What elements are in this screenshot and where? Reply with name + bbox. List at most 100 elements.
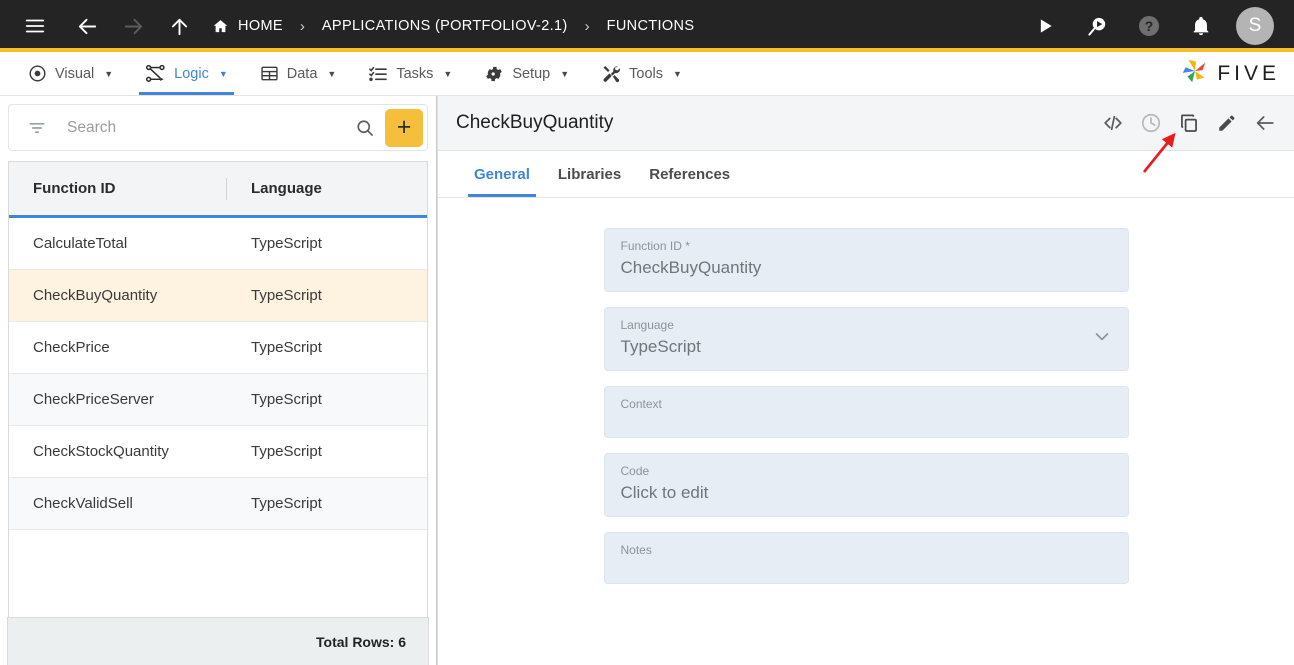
bell-icon[interactable] [1184, 9, 1218, 43]
play-icon[interactable] [1028, 9, 1062, 43]
detail-actions [1102, 112, 1276, 134]
table-row[interactable]: CheckPrice TypeScript [9, 322, 427, 374]
menu-label-logic: Logic [174, 65, 209, 82]
grid-body: CalculateTotal TypeScript CheckBuyQuanti… [9, 218, 427, 617]
chevron-down-icon: ▼ [218, 68, 228, 79]
menu-label-data: Data [286, 65, 318, 82]
language-select[interactable]: Language TypeScript [603, 307, 1129, 371]
workspace: + Function ID Language CalculateTotal Ty… [0, 96, 1294, 665]
top-navigation-bar: HOME › APPLICATIONS (PORTFOLIOV-2.1) › F… [0, 0, 1294, 52]
cell-function-id: CheckPrice [33, 339, 110, 356]
cell-language: TypeScript [251, 495, 322, 512]
search-input[interactable] [53, 118, 345, 137]
code-label: Code [620, 464, 650, 478]
help-circle-icon[interactable]: ? [1132, 9, 1166, 43]
filter-icon[interactable] [21, 118, 53, 138]
eye-icon [28, 64, 47, 83]
menu-label-visual: Visual [55, 65, 95, 82]
menu-item-tools[interactable]: Tools ▼ [585, 52, 698, 95]
chevron-down-icon: ▼ [673, 68, 682, 79]
code-value: Click to edit [620, 483, 709, 502]
tools-icon [601, 64, 621, 84]
hamburger-icon[interactable] [18, 9, 52, 43]
cell-function-id: CheckBuyQuantity [33, 287, 158, 304]
language-label: Language [620, 318, 674, 332]
arrow-forward-icon[interactable] [116, 9, 150, 43]
edit-icon[interactable] [1216, 112, 1238, 134]
grid-footer: Total Rows: 6 [7, 617, 429, 665]
table-row[interactable]: CheckPriceServer TypeScript [9, 374, 427, 426]
detail-header: CheckBuyQuantity [438, 96, 1294, 151]
history-icon[interactable] [1140, 112, 1162, 134]
breadcrumb-label-functions: FUNCTIONS [606, 18, 695, 34]
menu-item-tasks[interactable]: Tasks ▼ [352, 52, 468, 95]
code-field[interactable]: Code Click to edit [603, 453, 1129, 517]
column-header-function-id[interactable]: Function ID [9, 180, 227, 197]
function-id-value: CheckBuyQuantity [620, 258, 762, 277]
arrow-back-icon[interactable] [70, 9, 104, 43]
table-row[interactable]: CheckBuyQuantity TypeScript [9, 270, 427, 322]
arrow-up-icon[interactable] [162, 9, 196, 43]
cell-language: TypeScript [251, 235, 322, 252]
checklist-icon [368, 64, 388, 84]
avatar[interactable]: S [1236, 7, 1274, 45]
menu-label-setup: Setup [512, 65, 551, 82]
menu-item-data[interactable]: Data ▼ [244, 52, 353, 95]
cell-language: TypeScript [251, 287, 322, 304]
chevron-down-icon[interactable] [1092, 327, 1112, 352]
five-brand-logo: FIVE [1180, 52, 1294, 95]
general-form: Function ID * CheckBuyQuantity Language … [438, 198, 1294, 665]
context-field[interactable]: Context [603, 386, 1129, 438]
menu-item-setup[interactable]: Setup ▼ [468, 52, 585, 95]
breadcrumb-item-functions[interactable]: FUNCTIONS [607, 18, 695, 34]
code-icon[interactable] [1102, 112, 1124, 134]
function-id-label: Function ID * [620, 239, 690, 253]
function-id-field[interactable]: Function ID * CheckBuyQuantity [603, 228, 1129, 292]
breadcrumb-item-applications[interactable]: APPLICATIONS (PORTFOLIOV-2.1) [322, 18, 568, 34]
functions-grid: Function ID Language CalculateTotal Type… [8, 161, 428, 617]
table-row[interactable]: CheckValidSell TypeScript [9, 478, 427, 530]
chevron-down-icon: ▼ [443, 68, 453, 79]
total-rows-label: Total Rows: 6 [316, 633, 406, 650]
cell-function-id: CheckPriceServer [33, 391, 154, 408]
home-icon [212, 18, 229, 35]
search-play-icon[interactable] [1080, 9, 1114, 43]
five-pinwheel-logo-icon [1180, 56, 1210, 91]
back-icon[interactable] [1254, 112, 1276, 134]
context-label: Context [620, 397, 662, 411]
search-icon[interactable] [345, 118, 385, 138]
add-function-button[interactable]: + [385, 108, 423, 147]
tab-libraries[interactable]: Libraries [544, 151, 635, 197]
cell-function-id: CheckStockQuantity [33, 443, 169, 460]
functions-list-panel: + Function ID Language CalculateTotal Ty… [0, 96, 437, 665]
table-row[interactable]: CalculateTotal TypeScript [9, 218, 427, 270]
notes-field[interactable]: Notes [603, 532, 1129, 584]
tab-general[interactable]: General [460, 151, 544, 197]
copy-icon[interactable] [1178, 112, 1200, 134]
breadcrumb: HOME › APPLICATIONS (PORTFOLIOV-2.1) › F… [212, 18, 694, 35]
table-icon [260, 64, 279, 83]
tab-references[interactable]: References [635, 151, 744, 197]
brand-name: FIVE [1217, 61, 1280, 85]
menu-label-tools: Tools [629, 65, 663, 82]
chevron-down-icon: ▼ [560, 68, 570, 79]
cell-language: TypeScript [251, 443, 322, 460]
chevron-down-icon: ▼ [104, 68, 114, 79]
breadcrumb-label-applications: APPLICATIONS (PORTFOLIOV-2.1) [321, 18, 568, 34]
notes-value [621, 558, 1112, 576]
cell-function-id: CalculateTotal [33, 235, 128, 252]
cell-function-id: CheckValidSell [33, 495, 133, 512]
context-value [621, 412, 1112, 430]
breadcrumb-label-home: HOME [238, 18, 283, 34]
breadcrumb-separator: › [299, 17, 305, 35]
breadcrumb-item-home[interactable]: HOME [212, 18, 283, 35]
plus-icon: + [396, 113, 412, 141]
menu-item-logic[interactable]: Logic ▼ [129, 52, 244, 95]
column-header-language[interactable]: Language [227, 180, 427, 197]
notes-label: Notes [620, 543, 652, 557]
menu-item-visual[interactable]: Visual ▼ [12, 52, 129, 95]
table-row[interactable]: CheckStockQuantity TypeScript [9, 426, 427, 478]
cell-language: TypeScript [251, 391, 322, 408]
breadcrumb-separator: › [584, 17, 590, 35]
menu-label-tasks: Tasks [396, 65, 434, 82]
